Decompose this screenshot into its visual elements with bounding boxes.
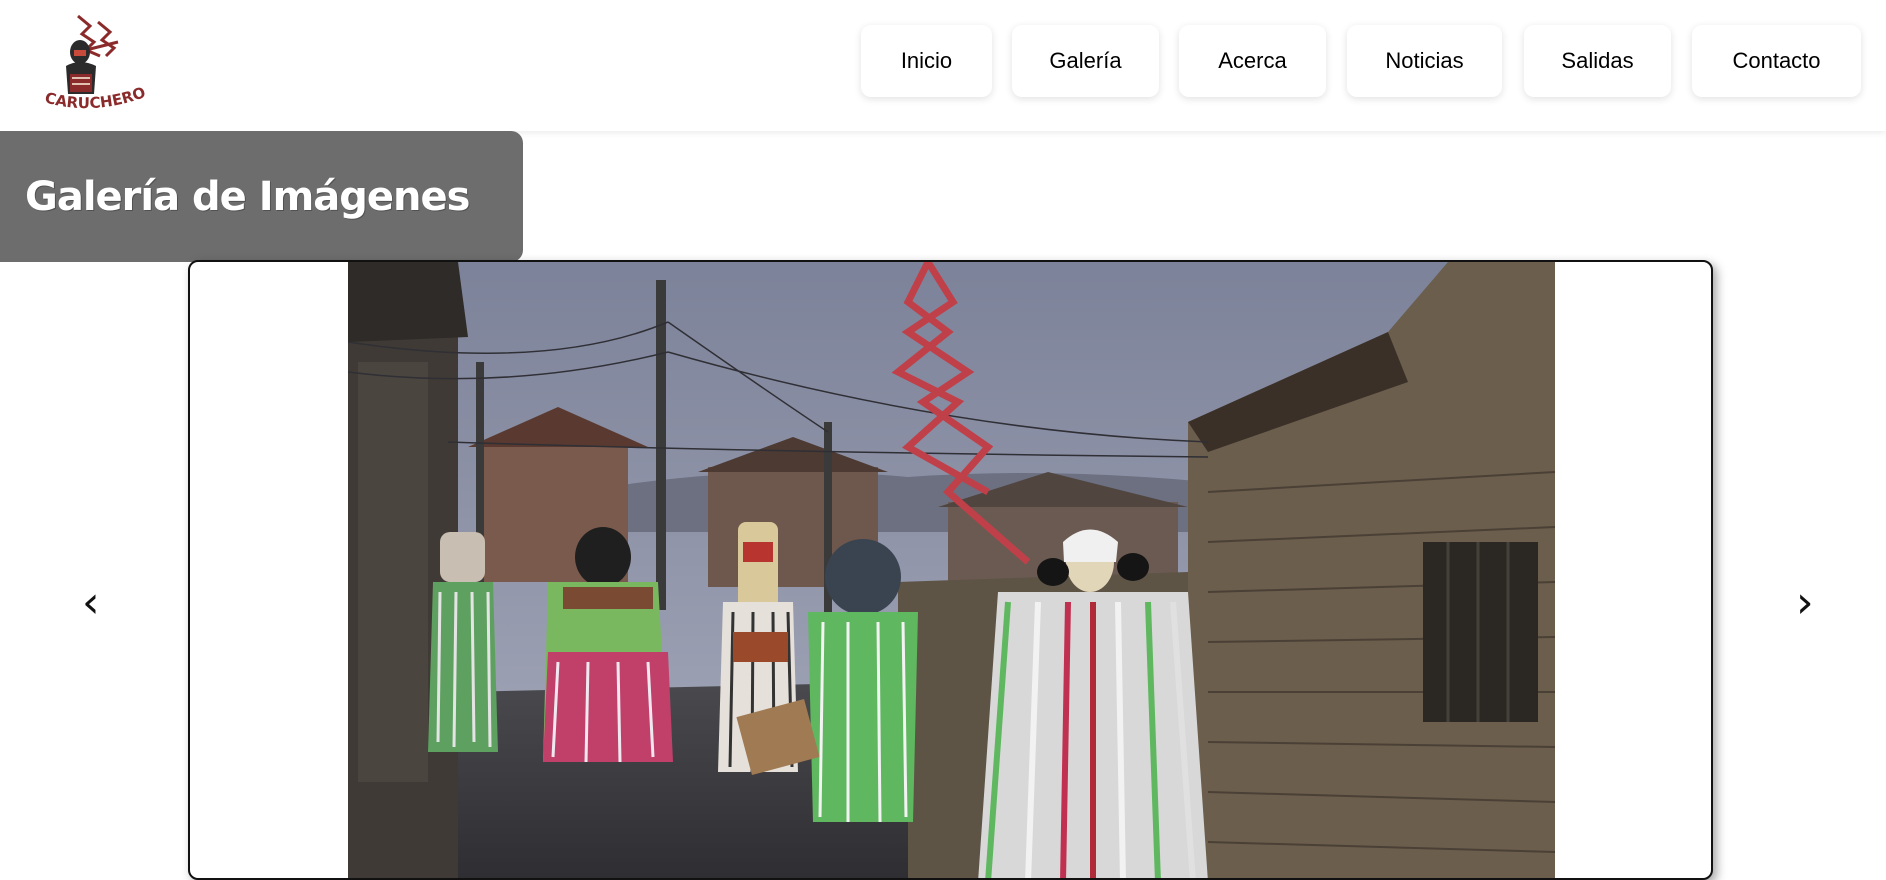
gallery-carousel [188,260,1713,880]
nav-contacto-button[interactable]: Contacto [1692,25,1861,97]
nav-salidas-button[interactable]: Salidas [1524,25,1671,97]
carousel-next-button[interactable]: › [1796,578,1814,628]
page-title: Galería de Imágenes [25,173,470,220]
nav-galeria-button[interactable]: Galería [1012,25,1159,97]
site-header: CARUCHEROS Inicio Galería Acerca Noticia… [0,0,1886,131]
carousel-prev-button[interactable]: ‹ [82,578,100,628]
nav-noticias-button[interactable]: Noticias [1347,25,1502,97]
page-title-banner: Galería de Imágenes [0,131,523,262]
nav-inicio-button[interactable]: Inicio [861,25,992,97]
nav-acerca-button[interactable]: Acerca [1179,25,1326,97]
main-nav: Inicio Galería Acerca Noticias Salidas C… [0,25,1886,97]
carnival-photo-icon [348,262,1555,878]
carousel-image [348,262,1555,878]
